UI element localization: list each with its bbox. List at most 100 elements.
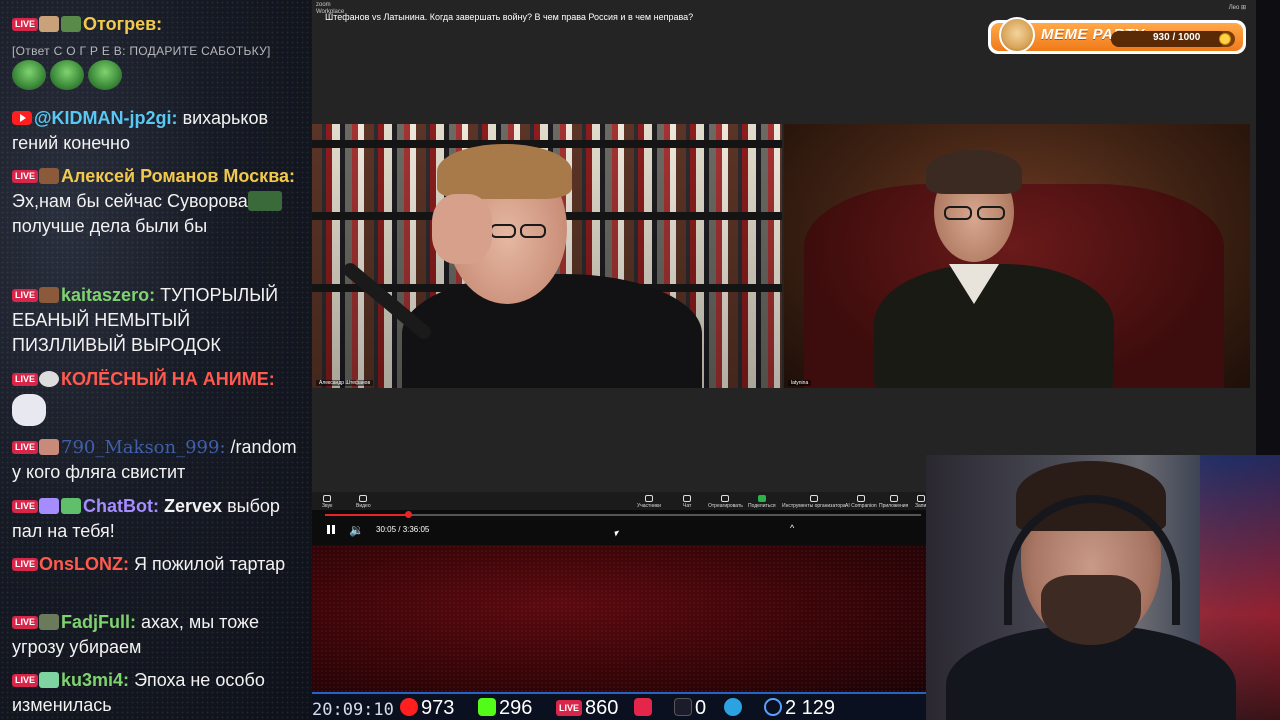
- chat-text: Эх,нам бы сейчас Суворова: [12, 191, 248, 211]
- mic-icon: [323, 495, 332, 502]
- chat-message: LIVE КОЛЁСНЫЙ НА АНИМЕ:: [12, 367, 308, 431]
- chat-text: получше дела были бы: [12, 216, 208, 236]
- user-avatar: [39, 287, 60, 303]
- user-icon: [764, 698, 782, 716]
- chat-message: @KIDMAN-jp2gi: вихарьков гений конечно: [12, 106, 308, 156]
- kick-viewers: 296: [478, 696, 532, 720]
- toolbar-label: Приложения: [879, 503, 909, 509]
- person-body: [402, 274, 702, 388]
- participant-name: Александр Штефанов: [316, 380, 374, 386]
- toolbar-participants-button[interactable]: Участники: [637, 495, 661, 509]
- play-icon: [634, 698, 652, 716]
- live-badge: LIVE: [12, 18, 39, 31]
- user-avatar: [39, 168, 60, 184]
- apps-icon: [889, 495, 898, 502]
- microphone-arm: [340, 260, 434, 342]
- view-toggle[interactable]: Лео ⊞: [1229, 4, 1246, 11]
- toolbar-label: Участники: [637, 503, 661, 509]
- rutube-count: 0: [695, 697, 707, 719]
- followers-count: 2 129: [785, 697, 836, 719]
- chat-nick: 790_Makson_999:: [61, 437, 226, 458]
- toolbar-chat-button[interactable]: Чат: [683, 495, 691, 509]
- live-icon: LIVE: [556, 700, 583, 716]
- toolbar-audio-button[interactable]: Звук: [322, 495, 332, 509]
- live-badge: LIVE: [12, 674, 39, 687]
- glasses-icon: [490, 224, 516, 238]
- video-tile-right[interactable]: latynina: [784, 124, 1250, 388]
- toolbar-react-button[interactable]: Отреагировать: [708, 495, 743, 509]
- coin-icon: [1219, 33, 1231, 45]
- live-badge: LIVE: [12, 373, 39, 386]
- person-hair: [437, 144, 572, 199]
- clock: 20:09:10: [312, 700, 394, 720]
- doge-icon: [999, 17, 1035, 53]
- person-hair: [926, 150, 1022, 194]
- meeting-title: Штефанов vs Латынина. Когда завершать во…: [325, 12, 694, 22]
- other-platform: [634, 696, 655, 720]
- video-icon: [359, 495, 368, 502]
- record-icon: [916, 495, 925, 502]
- emote-icon: [247, 191, 282, 211]
- youtube-icon: [400, 698, 418, 716]
- toolbar-label: Чат: [683, 503, 692, 509]
- pepe-emote-icon: [12, 60, 46, 90]
- chat-nick: kaitaszero:: [61, 285, 156, 305]
- toolbar-apps-button[interactable]: Приложения: [879, 495, 908, 509]
- toolbar-record-button[interactable]: Запи: [915, 495, 926, 509]
- chat-mention: Zervex: [164, 496, 223, 516]
- streamer-webcam: [926, 455, 1280, 720]
- sparkle-icon: [856, 495, 865, 502]
- shelf: [312, 140, 782, 148]
- bot-icon: [39, 498, 60, 514]
- chat-nick: Алексей Романов Москва:: [61, 166, 296, 186]
- chat-nick: OnsLONZ:: [39, 554, 130, 574]
- youtube-count: 973: [421, 697, 455, 719]
- chat-emotes: [12, 60, 308, 90]
- toolbar-label: Видео: [356, 503, 371, 509]
- meme-party-body: MEME PARTY 930 / 1000: [991, 17, 1243, 53]
- seek-handle[interactable]: [405, 511, 413, 518]
- chat-message: LIVE Алексей Романов Москва: Эх,нам бы се…: [12, 164, 308, 239]
- telegram-link: [724, 696, 745, 720]
- user-avatar: [39, 371, 60, 387]
- participants-icon: [644, 495, 653, 502]
- glasses-icon: [520, 224, 546, 238]
- chat-nick: ku3mi4:: [61, 670, 130, 690]
- seek-bar[interactable]: [325, 511, 921, 518]
- playback-time: 30:05 / 3:36:05: [376, 525, 430, 534]
- chat-message: LIVE OnsLONZ: Я пожилой тартар: [12, 552, 308, 577]
- toolbar-host-tools-button[interactable]: Инструменты организатора: [782, 495, 846, 509]
- chat-nick: ChatBot:: [83, 496, 159, 516]
- person-body: [874, 264, 1114, 388]
- telegram-icon: [724, 698, 742, 716]
- chat-reply-text: [Ответ С О Г Р Е В: ПОДАРИТЕ САБОТЬКУ]: [12, 44, 271, 58]
- toolbar-share-button[interactable]: Поделиться: [748, 495, 776, 509]
- live-badge: LIVE: [12, 616, 39, 629]
- heart-icon: [721, 495, 730, 502]
- toolbar-video-button[interactable]: Видео: [356, 495, 371, 509]
- pepe-emote-icon: [88, 60, 122, 90]
- video-tile-left[interactable]: Александр Штефанов: [312, 124, 782, 388]
- rutube-viewers: 0: [674, 696, 706, 720]
- kick-icon: [478, 698, 496, 716]
- volume-icon[interactable]: 🔉: [349, 523, 364, 537]
- user-avatar: [39, 672, 60, 688]
- chevron-up-icon[interactable]: ^: [790, 523, 794, 533]
- toolbar-ai-companion-button[interactable]: AI Companion: [845, 495, 877, 509]
- chat-icon: [683, 495, 692, 502]
- chat-message: LIVE kaitaszero: ТУПОРЫЛЫЙ ЕБАНЫЙ НЕМЫТЫЙ…: [12, 283, 308, 358]
- chat-nick: Отогрев:: [83, 14, 163, 34]
- shield-icon: [809, 495, 818, 502]
- viewer-stats-bar: 20:09:10 973 296 LIVE 860 0 2 129: [312, 692, 926, 720]
- stream-layout: LIVE Отогрев: [Ответ С О Г Р Е В: ПОДАРИТ…: [0, 0, 1280, 720]
- live-badge: LIVE: [12, 289, 39, 302]
- user-avatar: [39, 16, 60, 32]
- person-hand: [432, 194, 492, 264]
- followers: 2 129: [764, 696, 835, 720]
- pause-button[interactable]: [327, 525, 335, 534]
- chat-message: LIVE ChatBot: Zervex выбор пал на тебя!: [12, 494, 308, 544]
- toolbar-label: Звук: [322, 503, 333, 509]
- live-badge: LIVE: [12, 500, 39, 513]
- meme-party-progress: 930 / 1000: [1111, 31, 1235, 47]
- glasses-icon: [977, 206, 1005, 220]
